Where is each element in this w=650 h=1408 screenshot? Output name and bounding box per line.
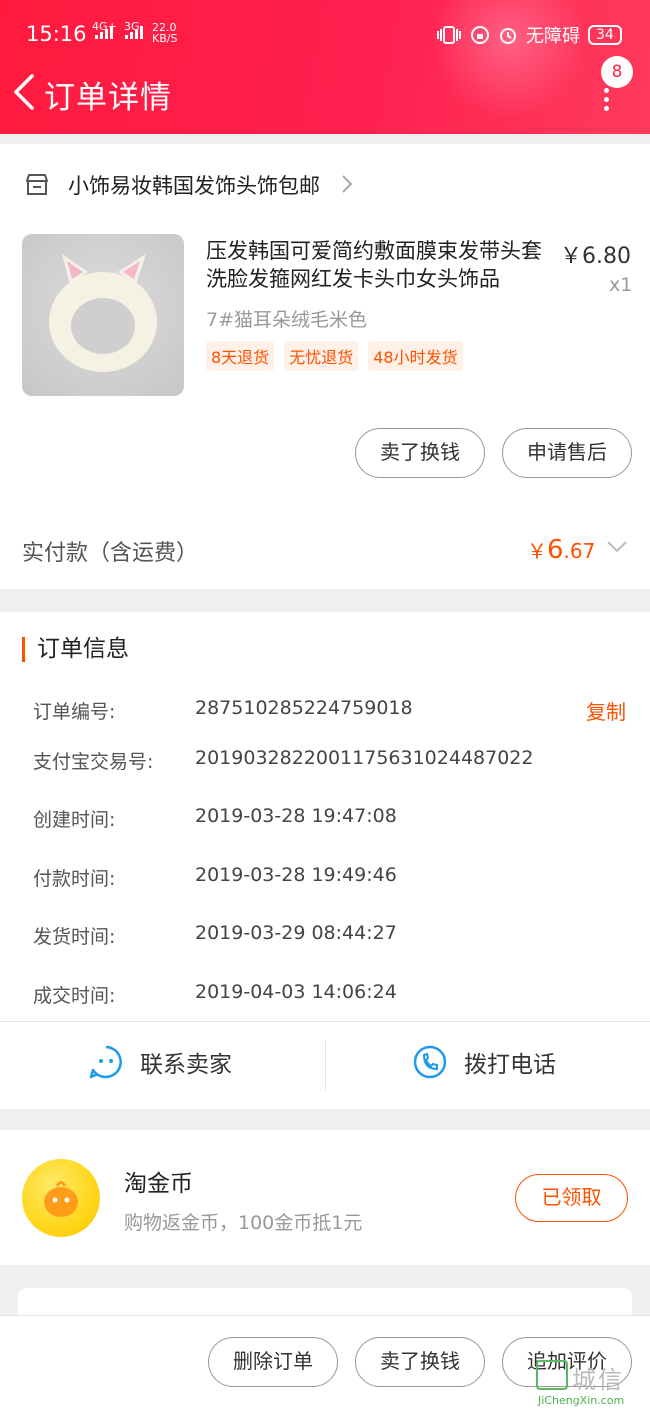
after-sale-button[interactable]: 申请售后 [502,428,632,478]
alarm-icon [500,28,516,44]
chat-face-icon [89,1045,122,1079]
call-phone-button[interactable]: 拨打电话 [412,1044,556,1080]
tag-return-8day: 8天退货 [206,341,275,371]
network-speed: 22.0 KB/S [152,21,178,45]
store-name: 小饰易妆韩国发饰头饰包邮 [68,174,320,198]
completed-time-label: 成交时间: [33,985,116,1007]
alipay-trade-label: 支付宝交易号: [33,751,154,773]
created-time-value: 2019-03-28 19:47:08 [195,805,397,827]
created-time-label: 创建时间: [33,809,116,831]
watermark-url: JiChengXin.com [538,1394,625,1407]
call-phone-label: 拨打电话 [464,1052,556,1078]
watermark-text: 城信 [572,1366,624,1394]
sell-for-cash-button[interactable]: 卖了换钱 [355,428,485,478]
lock-rotation-icon [471,26,489,44]
paid-amount-label: 实付款（含运费） [22,541,199,566]
tag-worry-free-return: 无忧退货 [284,341,359,371]
shipped-time-label: 发货时间: [33,926,116,948]
battery-icon: 34 [588,25,622,45]
product-sku: 7#猫耳朵绒毛米色 [206,309,368,331]
back-arrow-icon[interactable] [10,72,40,112]
divider [0,1021,650,1022]
product-title[interactable]: 压发韩国可爱简约敷面膜束发带头套洗脸发箍网红发卡头巾女头饰品 [206,237,556,293]
contact-seller-button[interactable]: 联系卖家 [88,1044,232,1080]
chevron-right-icon [342,175,353,193]
copy-order-number-button[interactable]: 复制 [586,696,626,725]
order-info-title: 订单信息 [22,637,129,662]
paid-currency: ￥ [527,539,547,563]
store-icon [26,174,48,195]
paid-time-value: 2019-03-28 19:49:46 [195,864,397,886]
order-number-value: 287510285224759018 [195,697,413,719]
taojinbi-coin-icon [22,1159,100,1237]
store-link[interactable]: 小饰易妆韩国发饰头饰包邮 [24,170,320,200]
product-thumbnail[interactable] [22,234,184,396]
completed-time-value: 2019-04-03 14:06:24 [195,981,397,1003]
phone-icon [413,1045,447,1079]
paid-time-label: 付款时间: [33,868,116,890]
message-badge[interactable]: 8 [601,56,633,88]
order-number-label: 订单编号: [33,701,116,723]
status-bar: 15:16 4G+ 3G 22.0 KB/S 无障碍 34 [0,14,650,54]
watermark-logo-icon [536,1360,568,1390]
paid-amount-dec: .67 [563,539,596,563]
signal-bars-icon [95,26,113,39]
vibrate-icon [437,26,461,44]
paid-amount: ￥6.67 [527,535,595,565]
signal-bars-icon-2 [125,26,143,39]
coins-title: 淘金币 [124,1171,193,1197]
watermark: 城信 JiChengXin.com [534,1356,650,1408]
more-options-icon[interactable] [603,88,611,111]
headband-image [49,254,157,372]
status-right-icons: 无障碍 34 [436,22,622,48]
contact-seller-label: 联系卖家 [140,1052,232,1078]
coins-claimed-button[interactable]: 已领取 [515,1174,628,1222]
paid-amount-int: 6 [547,535,564,565]
shipped-time-value: 2019-03-29 08:44:27 [195,922,397,944]
page-title: 订单详情 [44,80,172,116]
service-tags: 8天退货 无忧退货 48小时发货 [206,341,463,371]
accessibility-label: 无障碍 [526,26,580,47]
delete-order-button[interactable]: 删除订单 [208,1337,338,1387]
sell-for-cash-bottom-button[interactable]: 卖了换钱 [355,1337,485,1387]
app-header: 15:16 4G+ 3G 22.0 KB/S 无障碍 34 订单详情 8 [0,0,650,134]
product-quantity: x1 [609,274,633,296]
chevron-down-icon[interactable] [606,540,628,554]
product-price: ￥6.80 [560,244,631,269]
order-info-card [0,612,650,1109]
alipay-trade-value: 2019032822001175631024487022 [195,747,534,769]
tag-48h-shipping: 48小时发货 [368,341,463,371]
coins-description: 购物返金币，100金币抵1元 [124,1212,363,1234]
divider-vertical [325,1040,326,1090]
status-time: 15:16 [26,22,87,46]
